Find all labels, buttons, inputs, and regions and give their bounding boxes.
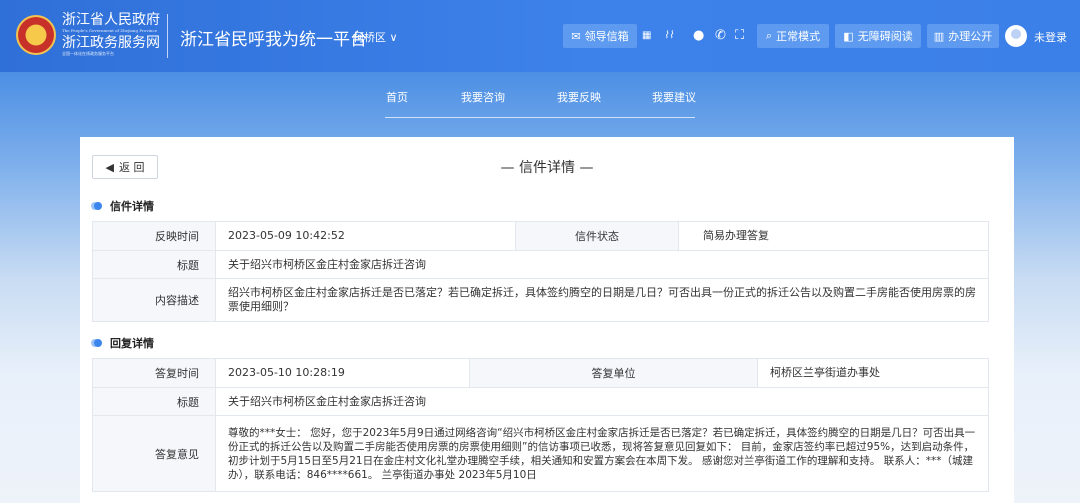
- region-selector[interactable]: 柯桥区 ∨: [353, 29, 398, 45]
- reply-time-value: 2023-05-10 10:28:19: [228, 366, 345, 379]
- letter-section-label: 信件详情: [110, 200, 154, 213]
- reply-section-title: 回复详情: [94, 335, 154, 351]
- card-title-text: 信件详情: [519, 160, 575, 176]
- title-label: 标题: [93, 251, 216, 278]
- book-icon: ▥: [933, 29, 945, 43]
- opinion-label: 答复意见: [93, 416, 216, 491]
- top-header: 浙江省人民政府 The People's Government of Zheji…: [0, 0, 1080, 72]
- detail-card: ◀ 返 回 — 信件详情 — 信件详情 反映时间 2023-05-09 10:42…: [80, 137, 1014, 503]
- user-avatar-icon[interactable]: [1005, 25, 1027, 47]
- nav-report[interactable]: 我要反映: [557, 89, 601, 105]
- table-row: 标题 关于绍兴市柯桥区金庄村金家店拆迁咨询: [93, 387, 988, 415]
- gov-name-en: The People's Government of Zhejiang Prov…: [62, 28, 158, 33]
- time-value: 2023-05-09 10:42:52: [228, 229, 345, 242]
- reply-table: 答复时间 2023-05-10 10:28:19 答复单位 柯桥区兰亭街道办事处…: [92, 358, 989, 492]
- nav-consult[interactable]: 我要咨询: [461, 89, 505, 105]
- reply-title-label: 标题: [93, 388, 216, 415]
- unit-value: 柯桥区兰亭街道办事处: [770, 366, 880, 379]
- table-row: 标题 关于绍兴市柯桥区金庄村金家店拆迁咨询: [93, 250, 988, 278]
- opinion-value: 尊敬的***女士： 您好，您于2023年5月9日通过网络咨询“绍兴市柯桥区金庄村…: [228, 426, 976, 481]
- login-link[interactable]: 未登录: [1034, 29, 1067, 45]
- nav-home[interactable]: 首页: [386, 89, 408, 105]
- reply-time-label: 答复时间: [93, 359, 216, 387]
- status-label: 信件状态: [515, 222, 679, 250]
- platform-title: 浙江省民呼我为统一平台: [180, 30, 367, 50]
- wechat-icon[interactable]: ●: [693, 27, 704, 45]
- content-value: 绍兴市柯桥区金庄村金家店拆迁是否已落定？若已确定拆迁，具体签约腾空的日期是几日？…: [228, 286, 976, 313]
- table-row: 答复意见 尊敬的***女士： 您好，您于2023年5月9日通过网络咨询“绍兴市柯…: [93, 415, 988, 491]
- scan-icon[interactable]: ⛶: [735, 27, 744, 45]
- leader-mailbox-label: 领导信箱: [584, 30, 629, 43]
- service-sub: 全国一体化在线政务服务平台: [62, 51, 114, 56]
- section-dot-icon: [94, 339, 102, 347]
- phone-icon[interactable]: ✆: [715, 27, 726, 45]
- letter-table: 反映时间 2023-05-09 10:42:52 信件状态 简易办理答复 标题 …: [92, 221, 989, 322]
- status-value: 简易办理答复: [703, 229, 769, 242]
- national-emblem-icon: [16, 15, 56, 55]
- region-label: 柯桥区: [353, 31, 386, 44]
- gov-name: 浙江省人民政府: [62, 12, 160, 28]
- unit-label: 答复单位: [469, 359, 758, 387]
- section-dot-icon: [94, 202, 102, 210]
- content-label: 内容描述: [93, 279, 216, 321]
- accessible-read-button[interactable]: ◧ 无障碍阅读: [835, 24, 921, 48]
- time-label: 反映时间: [93, 222, 216, 250]
- reply-section-label: 回复详情: [110, 337, 154, 350]
- header-divider: [167, 14, 168, 58]
- table-row: 反映时间 2023-05-09 10:42:52 信件状态 简易办理答复: [93, 222, 988, 250]
- normal-mode-button[interactable]: ⌕ 正常模式: [757, 24, 829, 48]
- accessible-read-label: 无障碍阅读: [857, 30, 913, 43]
- app-icon[interactable]: ▦: [642, 27, 651, 45]
- nav-suggest[interactable]: 我要建议: [652, 89, 696, 105]
- gov-logo[interactable]: 浙江省人民政府 The People's Government of Zheji…: [62, 12, 160, 57]
- service-name: 浙江政务服务网: [62, 35, 160, 51]
- handling-public-label: 办理公开: [948, 30, 993, 43]
- card-title: — 信件详情 —: [500, 160, 594, 176]
- reply-title-value: 关于绍兴市柯桥区金庄村金家店拆迁咨询: [228, 394, 426, 408]
- search-icon: ⌕: [765, 29, 773, 42]
- people-daily-icon[interactable]: ⌇⌇: [664, 27, 674, 45]
- table-row: 答复时间 2023-05-10 10:28:19 答复单位 柯桥区兰亭街道办事处: [93, 359, 988, 387]
- mail-icon: ✉: [571, 29, 581, 43]
- chevron-down-icon: ∨: [389, 31, 398, 44]
- normal-mode-label: 正常模式: [776, 30, 821, 43]
- title-value: 关于绍兴市柯桥区金庄村金家店拆迁咨询: [228, 257, 426, 271]
- handling-public-button[interactable]: ▥ 办理公开: [927, 24, 999, 48]
- leader-mailbox-button[interactable]: ✉ 领导信箱: [563, 24, 637, 48]
- nav-underline: [385, 117, 695, 118]
- table-row: 内容描述 绍兴市柯桥区金庄村金家店拆迁是否已落定？若已确定拆迁，具体签约腾空的日…: [93, 278, 988, 321]
- accessibility-icon: ◧: [843, 29, 854, 43]
- letter-section-title: 信件详情: [94, 198, 154, 214]
